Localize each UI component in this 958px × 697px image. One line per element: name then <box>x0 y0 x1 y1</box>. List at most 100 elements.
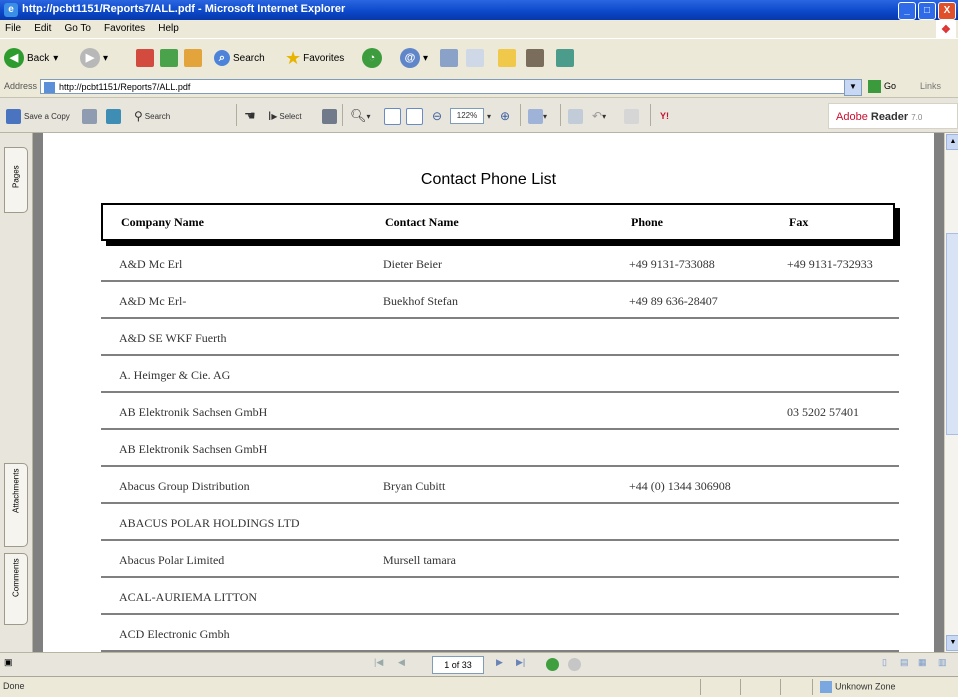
table-row: AB Elektronik Sachsen GmbH <box>101 430 899 467</box>
help-button[interactable] <box>624 107 639 125</box>
edit-button[interactable] <box>466 47 484 69</box>
folder-button[interactable] <box>498 47 516 69</box>
table-row: A&D Mc Erl- Buekhof Stefan +49 89 636-28… <box>101 282 899 319</box>
table-row: ACD Electronic Gmbh <box>101 615 899 652</box>
scroll-thumb[interactable] <box>946 233 958 435</box>
print-button[interactable] <box>440 47 458 69</box>
research-button[interactable] <box>526 47 544 69</box>
close-button[interactable]: X <box>938 2 956 20</box>
history-button[interactable]: ◔ <box>362 47 385 69</box>
binoculars-icon: ⚲ <box>134 109 143 123</box>
mail-icon: @ <box>400 48 420 68</box>
zoom-out-button[interactable]: ⊖ <box>432 107 442 125</box>
favorites-button[interactable]: ★ Favorites <box>285 47 344 69</box>
page-number-field[interactable]: 1 of 33 <box>432 656 484 674</box>
security-zone: Unknown Zone <box>820 681 896 693</box>
zoom-in-button[interactable]: ⊕ <box>500 107 510 125</box>
go-button[interactable]: Go <box>868 80 896 93</box>
address-label: Address <box>4 81 38 91</box>
address-input[interactable]: http://pcbt1151/Reports7/ALL.pdf <box>40 79 862 94</box>
menu-goto[interactable]: Go To <box>59 20 96 37</box>
menu-edit[interactable]: Edit <box>29 20 56 37</box>
tab-attachments[interactable]: Attachments <box>4 463 28 547</box>
yahoo-icon: Y! <box>660 111 669 121</box>
go-forward-view-icon[interactable] <box>568 658 581 671</box>
save-icon <box>6 108 21 124</box>
window-title: http://pcbt1151/Reports7/ALL.pdf - Micro… <box>22 3 346 15</box>
address-dropdown-button[interactable]: ▼ <box>844 79 862 96</box>
print-icon <box>440 49 458 67</box>
facing-layout-icon[interactable]: ▦ <box>918 657 927 668</box>
undo-button[interactable]: ↶ ▾ <box>592 107 606 125</box>
rotate-icon <box>568 108 583 124</box>
window-title-bar[interactable]: e http://pcbt1151/Reports7/ALL.pdf - Mic… <box>0 0 958 20</box>
email-icon <box>106 108 121 124</box>
zoom-tool-button[interactable]: 🔍︎ ▾ <box>350 107 371 125</box>
refresh-icon <box>160 49 178 67</box>
status-text: Done <box>3 681 25 691</box>
maximize-button[interactable]: □ <box>918 2 936 20</box>
contact-cell: Mursell tamara <box>383 553 456 567</box>
refresh-button[interactable] <box>160 47 178 69</box>
page-layout-icon <box>528 108 543 124</box>
menu-help[interactable]: Help <box>153 20 184 37</box>
back-arrow-icon: ◀ <box>4 48 24 68</box>
back-button[interactable]: ◀ Back ▾ <box>4 47 58 69</box>
continuous-facing-layout-icon[interactable]: ▥ <box>938 657 947 668</box>
go-back-view-icon[interactable] <box>546 658 559 671</box>
tab-comments[interactable]: Comments <box>4 553 28 625</box>
search-button[interactable]: ⌕ Search <box>214 47 265 69</box>
messenger-button[interactable] <box>556 47 574 69</box>
contact-cell: Bryan Cubitt <box>383 479 446 493</box>
menu-favorites[interactable]: Favorites <box>99 20 150 37</box>
last-page-button[interactable]: ▶| <box>516 657 525 668</box>
zoom-level-field[interactable]: 122% ▾ <box>450 107 491 125</box>
search-icon: ⌕ <box>214 50 230 66</box>
home-button[interactable] <box>184 47 202 69</box>
single-page-layout-icon[interactable]: ▯ <box>882 657 887 668</box>
column-header-fax: Fax <box>789 215 809 229</box>
menu-file[interactable]: File <box>0 20 26 37</box>
tab-pages[interactable]: Pages <box>4 147 28 213</box>
previous-page-button[interactable]: ◀ <box>398 657 405 668</box>
rotate-button[interactable] <box>568 107 583 125</box>
table-row: A. Heimger & Cie. AG <box>101 356 899 393</box>
continuous-layout-icon[interactable]: ▤ <box>900 657 909 668</box>
company-cell: Abacus Group Distribution <box>119 479 250 493</box>
fax-cell: 03 5202 57401 <box>787 405 859 419</box>
hand-tool-button[interactable]: ☚ <box>244 107 256 125</box>
actual-size-button[interactable] <box>384 107 401 125</box>
reader-toolbar: Save a Copy ⚲ Search ☚ I▸ Select 🔍︎ ▾ ⊖ 1… <box>0 98 958 133</box>
forward-button[interactable]: ▶ ▾ <box>80 47 108 69</box>
panel-toggle-icon[interactable]: ▣ <box>4 657 13 668</box>
save-copy-button[interactable]: Save a Copy <box>6 107 70 125</box>
mail-button[interactable]: @ ▾ <box>400 47 428 69</box>
scroll-up-button[interactable]: ▲ <box>946 134 958 150</box>
select-tool-button[interactable]: I▸ Select <box>268 107 302 125</box>
menu-bar: File Edit Go To Favorites Help <box>0 20 958 38</box>
table-row: ABACUS POLAR HOLDINGS LTD <box>101 504 899 541</box>
page-layout-button[interactable]: ▾ <box>528 107 547 125</box>
document-viewport[interactable]: Contact Phone List Company Name Contact … <box>33 133 944 652</box>
printer-icon <box>82 108 97 124</box>
fit-width-button[interactable] <box>406 107 423 125</box>
pdf-search-button[interactable]: ⚲ Search <box>134 107 170 125</box>
stop-button[interactable] <box>136 47 154 69</box>
links-button[interactable]: Links <box>920 81 941 91</box>
next-page-button[interactable]: ▶ <box>496 657 503 668</box>
history-icon: ◔ <box>362 48 382 68</box>
vertical-scrollbar[interactable]: ▲ ▼ <box>944 133 958 652</box>
print-pdf-button[interactable] <box>82 107 97 125</box>
email-pdf-button[interactable] <box>106 107 121 125</box>
yahoo-button[interactable]: Y! <box>660 107 669 125</box>
scroll-down-button[interactable]: ▼ <box>946 635 958 651</box>
snapshot-tool-button[interactable] <box>322 107 337 125</box>
company-cell: A&D Mc Erl <box>119 257 183 271</box>
forward-arrow-icon: ▶ <box>80 48 100 68</box>
first-page-button[interactable]: |◀ <box>374 657 383 668</box>
minimize-button[interactable]: _ <box>898 2 916 20</box>
document-title: Contact Phone List <box>420 171 557 188</box>
company-cell: ACAL-AURIEMA LITTON <box>119 590 258 604</box>
text-cursor-icon: I▸ <box>268 109 278 123</box>
hand-icon: ☚ <box>244 108 256 123</box>
